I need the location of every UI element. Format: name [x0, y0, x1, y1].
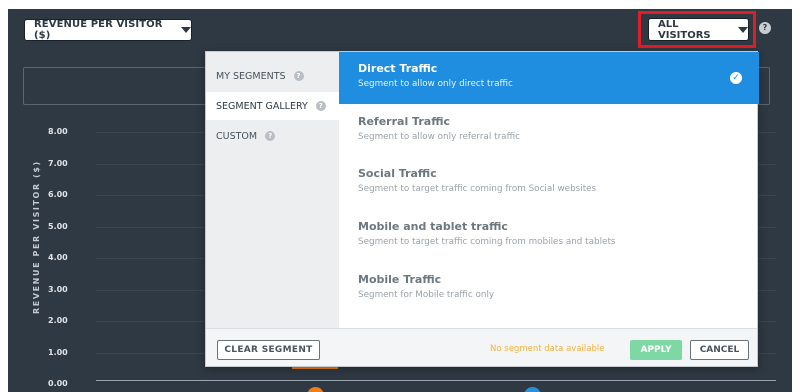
question-icon[interactable]: ?: [293, 71, 304, 81]
caret-down-icon: [738, 26, 748, 33]
segment-item-referral-traffic[interactable]: Referral Traffic Segment to allow only r…: [339, 105, 759, 157]
metric-dropdown-label: REVENUE PER VISITOR ($): [34, 19, 163, 41]
segment-dropdown-footer: CLEAR SEGMENT No segment data available …: [206, 328, 757, 366]
tab-label: CUSTOM: [216, 130, 258, 142]
clear-segment-button[interactable]: CLEAR SEGMENT: [217, 340, 320, 360]
series-marker-blue[interactable]: [524, 387, 541, 392]
tab-segment-gallery[interactable]: SEGMENT GALLERY ?: [206, 92, 339, 120]
segment-item-direct-traffic[interactable]: Direct Traffic Segment to allow only dir…: [339, 52, 759, 104]
segment-title: Social Traffic: [358, 167, 437, 180]
segment-title: Mobile and tablet traffic: [358, 220, 508, 233]
y-tick-label: 8.00: [48, 127, 68, 136]
segment-title: Direct Traffic: [358, 62, 438, 75]
audience-dropdown-label: ALL VISITORS: [658, 18, 711, 41]
y-tick-label: 0.00: [48, 379, 68, 388]
segment-description: Segment to target traffic coming from So…: [358, 184, 597, 194]
segment-item-mobile-traffic[interactable]: Mobile Traffic Segment for Mobile traffi…: [339, 263, 759, 315]
tab-custom[interactable]: CUSTOM ?: [206, 122, 339, 150]
x-axis-line: [96, 380, 776, 381]
check-circle-icon: ✓: [730, 72, 742, 84]
question-icon[interactable]: ?: [265, 131, 276, 141]
cancel-button[interactable]: CANCEL: [690, 340, 749, 360]
segment-dropdown: MY SEGMENTS ? SEGMENT GALLERY ? CUSTOM ?…: [205, 51, 759, 367]
report-panel: REVENUE PER VISITOR ($) ALL VISITORS ? R…: [8, 9, 792, 392]
no-data-status: No segment data available: [490, 344, 605, 354]
question-icon[interactable]: ?: [315, 101, 326, 111]
audience-dropdown[interactable]: ALL VISITORS: [648, 18, 749, 41]
y-tick-label: 4.00: [48, 253, 68, 262]
tab-my-segments[interactable]: MY SEGMENTS ?: [206, 62, 339, 90]
y-tick-label: 1.00: [48, 347, 68, 357]
segment-title: Referral Traffic: [358, 115, 450, 128]
tab-label: MY SEGMENTS: [216, 70, 286, 82]
segment-description: Segment for Mobile traffic only: [358, 290, 495, 300]
y-axis-label: REVENUE PER VISITOR ($): [32, 160, 41, 314]
tab-label: SEGMENT GALLERY: [216, 100, 308, 112]
segment-item-mobile-and-tablet-traffic[interactable]: Mobile and tablet traffic Segment to tar…: [339, 210, 759, 262]
help-icon[interactable]: ?: [759, 22, 771, 34]
y-tick-label: 5.00: [48, 221, 68, 231]
segment-title: Mobile Traffic: [358, 273, 442, 286]
segment-description: Segment to allow only referral traffic: [358, 132, 520, 142]
series-marker-orange[interactable]: [307, 387, 324, 392]
apply-button[interactable]: APPLY: [630, 340, 682, 360]
segment-tabs: MY SEGMENTS ? SEGMENT GALLERY ? CUSTOM ?: [206, 52, 339, 328]
metric-dropdown[interactable]: REVENUE PER VISITOR ($): [24, 19, 192, 41]
segment-description: Segment to allow only direct traffic: [358, 79, 513, 89]
y-tick-label: 7.00: [48, 158, 68, 168]
segment-item-social-traffic[interactable]: Social Traffic Segment to target traffic…: [339, 157, 759, 209]
segment-description: Segment to target traffic coming from mo…: [358, 237, 616, 247]
y-tick-label: 2.00: [48, 316, 68, 325]
y-tick-label: 3.00: [48, 284, 68, 294]
caret-down-icon: [181, 27, 191, 33]
y-tick-label: 6.00: [48, 190, 68, 199]
